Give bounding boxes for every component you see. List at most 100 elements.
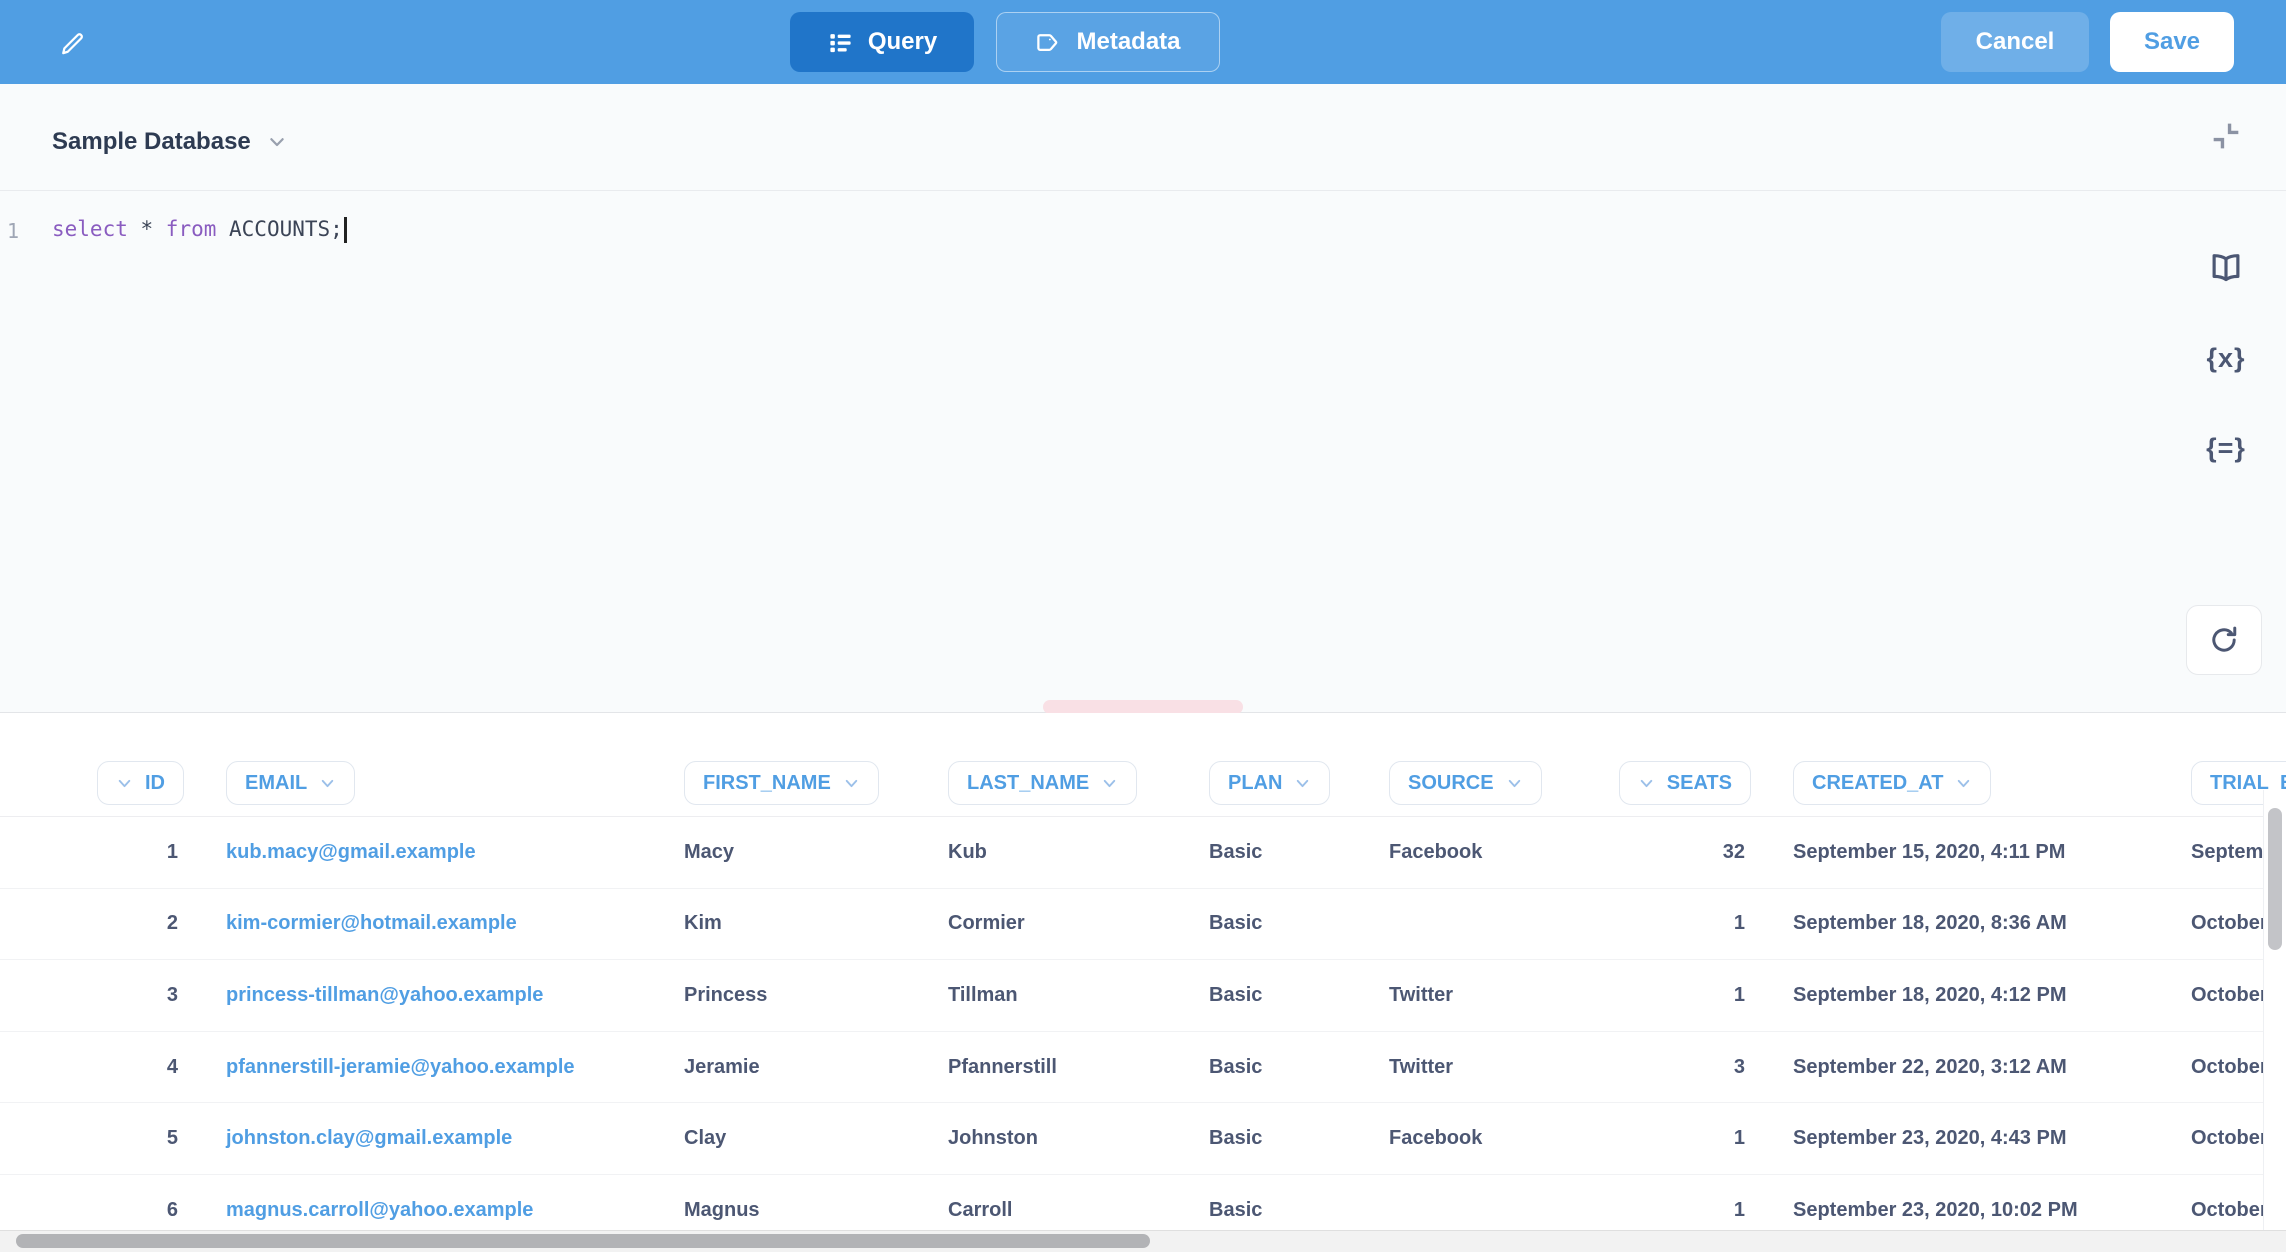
table-cell[interactable]: [1373, 889, 1591, 960]
tab-query[interactable]: Query: [790, 12, 974, 72]
table-cell[interactable]: 3: [60, 960, 210, 1031]
table-cell[interactable]: Kub: [932, 817, 1193, 888]
table-row: 4pfannerstill-jeramie@yahoo.exampleJeram…: [0, 1032, 2286, 1104]
collapse-editor-icon[interactable]: [2200, 110, 2252, 162]
table-cell[interactable]: Basic: [1193, 889, 1373, 960]
email-link-cell[interactable]: kub.macy@gmail.example: [210, 817, 668, 888]
table-row: 5johnston.clay@gmail.exampleClayJohnston…: [0, 1103, 2286, 1175]
column-label: PLAN: [1228, 772, 1282, 795]
table-cell[interactable]: 3: [1591, 1032, 1777, 1103]
table-cell[interactable]: Twitter: [1373, 960, 1591, 1031]
results-body: 1kub.macy@gmail.exampleMacyKubBasicFaceb…: [0, 817, 2286, 1247]
email-link-cell[interactable]: kim-cormier@hotmail.example: [210, 889, 668, 960]
table-cell[interactable]: Twitter: [1373, 1032, 1591, 1103]
column-header-email[interactable]: EMAIL: [226, 761, 355, 805]
header-cell: EMAIL: [210, 761, 668, 805]
chevron-down-icon: [116, 775, 133, 792]
save-label: Save: [2144, 28, 2200, 56]
column-label: FIRST_NAME: [703, 772, 831, 795]
table-cell[interactable]: September 18, 2020, 4:12 PM: [1777, 960, 2175, 1031]
table-cell[interactable]: Basic: [1193, 960, 1373, 1031]
editor-divider: [0, 190, 2286, 191]
pencil-icon[interactable]: [52, 24, 92, 64]
model-editor-page: Query Metadata Cancel Save Sample Databa…: [0, 0, 2286, 1252]
database-name: Sample Database: [52, 128, 251, 156]
table-cell[interactable]: 32: [1591, 817, 1777, 888]
table-cell[interactable]: Jeramie: [668, 1032, 932, 1103]
snippets-icon[interactable]: {=}: [2200, 422, 2252, 474]
sql-code-line[interactable]: select * from ACCOUNTS;: [52, 217, 347, 243]
table-row: 1kub.macy@gmail.exampleMacyKubBasicFaceb…: [0, 817, 2286, 889]
tab-metadata[interactable]: Metadata: [996, 12, 1220, 72]
table-cell[interactable]: September 15, 2020, 4:11 PM: [1777, 817, 2175, 888]
chevron-down-icon: [267, 132, 287, 152]
sql-keyword: select: [52, 217, 128, 241]
variables-glyph: {x}: [2206, 343, 2245, 374]
column-header-seats[interactable]: SEATS: [1619, 761, 1751, 805]
chevron-down-icon: [1294, 775, 1311, 792]
table-cell[interactable]: September 23, 2020, 4:43 PM: [1777, 1103, 2175, 1174]
table-cell[interactable]: Kim: [668, 889, 932, 960]
data-reference-book-icon[interactable]: [2200, 242, 2252, 294]
sql-keyword: from: [166, 217, 217, 241]
table-cell[interactable]: 1: [1591, 889, 1777, 960]
run-query-button[interactable]: [2186, 605, 2262, 675]
column-label: LAST_NAME: [967, 772, 1089, 795]
horizontal-scrollbar-thumb[interactable]: [16, 1234, 1150, 1248]
table-cell[interactable]: 5: [60, 1103, 210, 1174]
refresh-icon: [2207, 623, 2241, 657]
table-cell[interactable]: Pfannerstill: [932, 1032, 1193, 1103]
variables-icon[interactable]: {x}: [2200, 332, 2252, 384]
table-cell[interactable]: Cormier: [932, 889, 1193, 960]
table-cell[interactable]: 1: [60, 817, 210, 888]
table-cell[interactable]: September 18, 2020, 8:36 AM: [1777, 889, 2175, 960]
table-cell[interactable]: Princess: [668, 960, 932, 1031]
chevron-down-icon: [319, 775, 336, 792]
email-link-cell[interactable]: pfannerstill-jeramie@yahoo.example: [210, 1032, 668, 1103]
resize-handle[interactable]: [1043, 700, 1243, 714]
table-cell[interactable]: Macy: [668, 817, 932, 888]
chevron-down-icon: [1101, 775, 1118, 792]
table-cell[interactable]: 1: [1591, 960, 1777, 1031]
table-row: 3princess-tillman@yahoo.examplePrincessT…: [0, 960, 2286, 1032]
table-cell[interactable]: Facebook: [1373, 817, 1591, 888]
tab-query-label: Query: [868, 28, 937, 56]
table-cell[interactable]: Basic: [1193, 817, 1373, 888]
email-link-cell[interactable]: princess-tillman@yahoo.example: [210, 960, 668, 1031]
table-cell[interactable]: 1: [1591, 1103, 1777, 1174]
header-cell: ID: [60, 761, 210, 805]
column-label: SEATS: [1667, 772, 1732, 795]
header-cell: FIRST_NAME: [668, 761, 932, 805]
table-cell[interactable]: Tillman: [932, 960, 1193, 1031]
top-bar: Query Metadata Cancel Save: [0, 0, 2286, 84]
header-cell: LAST_NAME: [932, 761, 1193, 805]
header-cell: SEATS: [1591, 761, 1777, 805]
cancel-button[interactable]: Cancel: [1941, 12, 2089, 72]
column-header-plan[interactable]: PLAN: [1209, 761, 1330, 805]
table-cell[interactable]: September 22, 2020, 3:12 AM: [1777, 1032, 2175, 1103]
chevron-down-icon: [1638, 775, 1655, 792]
snippets-glyph: {=}: [2206, 433, 2246, 464]
vertical-scrollbar-thumb[interactable]: [2268, 808, 2282, 950]
header-cell: SOURCE: [1373, 761, 1591, 805]
email-link-cell[interactable]: johnston.clay@gmail.example: [210, 1103, 668, 1174]
column-header-id[interactable]: ID: [97, 761, 184, 805]
text-cursor: [344, 217, 347, 243]
database-selector[interactable]: Sample Database: [52, 128, 287, 156]
table-cell[interactable]: Clay: [668, 1103, 932, 1174]
chevron-down-icon: [1955, 775, 1972, 792]
column-header-created_at[interactable]: CREATED_AT: [1793, 761, 1991, 805]
cancel-label: Cancel: [1976, 28, 2055, 56]
table-cell[interactable]: Johnston: [932, 1103, 1193, 1174]
column-header-source[interactable]: SOURCE: [1389, 761, 1542, 805]
line-number: 1: [7, 219, 37, 243]
table-cell[interactable]: Facebook: [1373, 1103, 1591, 1174]
column-header-first_name[interactable]: FIRST_NAME: [684, 761, 879, 805]
table-cell[interactable]: 4: [60, 1032, 210, 1103]
table-cell[interactable]: Basic: [1193, 1103, 1373, 1174]
table-cell[interactable]: Basic: [1193, 1032, 1373, 1103]
save-button[interactable]: Save: [2110, 12, 2234, 72]
table-cell[interactable]: 2: [60, 889, 210, 960]
chevron-down-icon: [1506, 775, 1523, 792]
column-header-last_name[interactable]: LAST_NAME: [948, 761, 1137, 805]
